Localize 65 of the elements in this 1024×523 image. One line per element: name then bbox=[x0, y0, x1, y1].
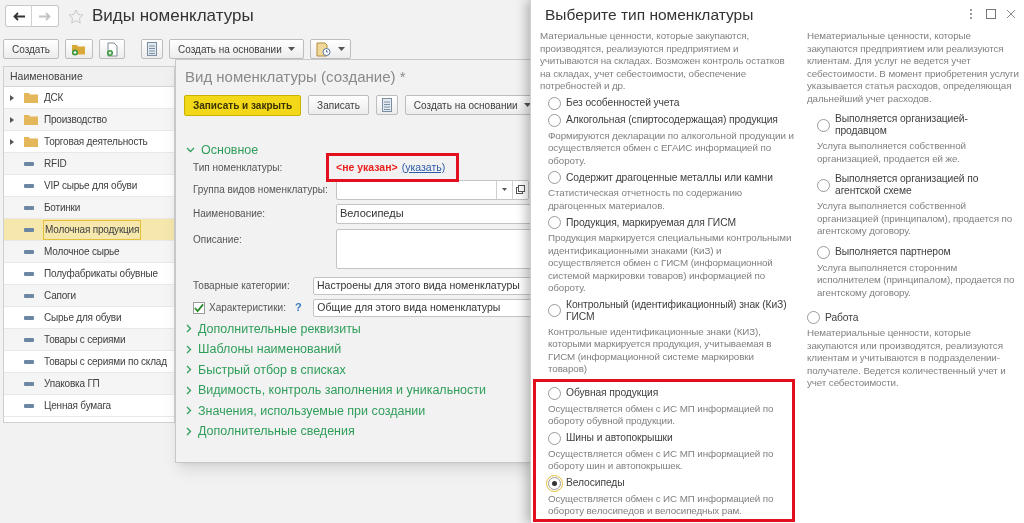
row-label: VIP сырье для обуви bbox=[43, 179, 139, 193]
option-label[interactable]: Содержит драгоценные металлы или камни bbox=[566, 171, 773, 184]
option-label[interactable]: Продукция, маркируемая для ГИСМ bbox=[566, 216, 736, 229]
row-label: Товары с сериями по склад bbox=[43, 355, 168, 369]
window-title: Виды номенклатуры bbox=[92, 5, 254, 28]
option-description: Услуга выполняется сторонним исполнителем (принципалом), продается по агентскому договору. bbox=[817, 261, 1016, 299]
option-description: Осуществляется обмен с ИС МП информацией по обороту обувной продукции. bbox=[548, 402, 775, 428]
option-description: Нематериальные ценности, которые закупаются предприятием или реализуются клиентам. Для услуг не ведется учет себестоимости. В момент приобретения услуги указывается статья расходов, определяющая дальнейший учет расходов. bbox=[807, 30, 1019, 105]
option-label[interactable]: Контрольный (идентификационный) знак (КиЗ) ГИСМ bbox=[566, 298, 795, 323]
column-header: Наименование bbox=[4, 67, 174, 87]
type-value: <не указан> bbox=[336, 159, 398, 175]
option-description: Продукция маркируется специальными контрольными идентификационными знаками (КиЗ) и осуществляется обмен с ГИСМ (информационной системой маркировки товаров) информацией по обороту. bbox=[548, 232, 793, 295]
row-label: Сырье для обуви bbox=[43, 311, 123, 325]
row-label: ДСК bbox=[43, 91, 65, 105]
option-description: Материальные ценности, которые закупаются, производятся, реализуются предприятием и учитываются на складах. Возможен контроль остатков на складах, учет себестоимости, обеспечение потребностей и др. bbox=[540, 30, 786, 93]
dialog-title: Выберите тип номенклатуры bbox=[545, 5, 754, 26]
row-label: Торговая деятельность bbox=[43, 135, 149, 149]
option-description: Услуга выполняется собственной организацией, продается ей же. bbox=[817, 140, 967, 165]
row-label: Молочное сырье bbox=[43, 245, 121, 259]
field-label: Группа видов номенклатуры: bbox=[193, 183, 329, 197]
field-label: Наименование: bbox=[193, 207, 267, 221]
list-row[interactable]: Упаковка ГП bbox=[4, 373, 174, 395]
option-description: Контрольные идентификационные знаки (КИЗ), которыми маркируется продукция, учитываемая в ГИСМ (информационной системе маркировки товаров) bbox=[548, 325, 773, 376]
row-label: Сапоги bbox=[43, 289, 77, 303]
option-label[interactable]: Обувная продукция bbox=[566, 387, 659, 399]
option-label[interactable]: Без особенностей учета bbox=[566, 97, 680, 109]
button[interactable]: Создать bbox=[3, 39, 59, 59]
option-description: Нематериальные ценности, которые закупаются или производятся, реализуются клиентам и учитываются в подразделении-получателе. Ведется количественный учет и учет себестоимости. bbox=[807, 327, 1007, 390]
list-row[interactable]: Молочная продукция bbox=[4, 219, 174, 241]
list-row[interactable]: RFID bbox=[4, 153, 174, 175]
row-label: RFID bbox=[43, 157, 68, 171]
row-label: Полуфабрикаты обувные bbox=[43, 267, 159, 281]
option-description: Услуга выполняется собственной организацией (принципалом), продается по агентскому договору. bbox=[817, 200, 1014, 238]
list-row[interactable]: Ботинки bbox=[4, 197, 174, 219]
list-row[interactable]: Молочное сырье bbox=[4, 241, 174, 263]
option-label[interactable]: Работа bbox=[825, 311, 859, 324]
list-row[interactable]: Сапоги bbox=[4, 285, 174, 307]
option-label[interactable]: Выполняется организацией по агентской схеме bbox=[835, 173, 1019, 197]
option-description: Статистическая отчетность по содержанию драгоценных материалов. bbox=[548, 187, 744, 212]
field-label: Характеристики: bbox=[209, 301, 286, 315]
option-description: Осуществляется обмен с ИС МП информацией по обороту велосипедов и велосипедных рам. bbox=[548, 492, 775, 518]
list-row[interactable]: Товары с сериями bbox=[4, 329, 174, 351]
option-description: Осуществляется обмен с ИС МП информацией по обороту шин и автопокрышек. bbox=[548, 447, 775, 473]
row-label: Ботинки bbox=[43, 201, 82, 215]
field-label: Тип номенклатуры: bbox=[193, 161, 284, 175]
option-label[interactable]: Алкогольная (спиртосодержащая) продукция bbox=[566, 114, 778, 126]
row-label: Производство bbox=[43, 113, 108, 127]
specify-link[interactable]: (указать) bbox=[401, 159, 446, 176]
create-based-on-button[interactable]: Создать на основании bbox=[169, 39, 304, 59]
option-label[interactable]: Выполняется партнером bbox=[835, 246, 951, 258]
field-label: Описание: bbox=[193, 232, 243, 247]
row-label: Товары с сериями bbox=[43, 333, 127, 347]
row-label: Упаковка ГП bbox=[43, 377, 101, 391]
row-label: Ценная бумага bbox=[43, 399, 112, 413]
help-link[interactable]: ? bbox=[294, 299, 314, 316]
option-label[interactable]: Шины и автопокрышки bbox=[566, 432, 673, 444]
field-label: Товарные категории: bbox=[193, 279, 291, 293]
option-label[interactable]: Выполняется организацией-продавцом bbox=[835, 113, 1019, 137]
option-label[interactable]: Велосипеды bbox=[566, 477, 625, 489]
save-and-close-button[interactable]: Записать и закрыть bbox=[184, 94, 302, 116]
option-description: Формируются декларации по алкогольной продукции и осуществляется обмен с ЕГАИС информацией по обороту. bbox=[548, 129, 795, 167]
list-row[interactable]: Производство bbox=[4, 109, 174, 131]
button[interactable]: Записать bbox=[308, 95, 369, 115]
form-title: Вид номенклатуры (создание) * bbox=[184, 67, 407, 87]
row-label: Молочная продукция bbox=[43, 219, 142, 240]
